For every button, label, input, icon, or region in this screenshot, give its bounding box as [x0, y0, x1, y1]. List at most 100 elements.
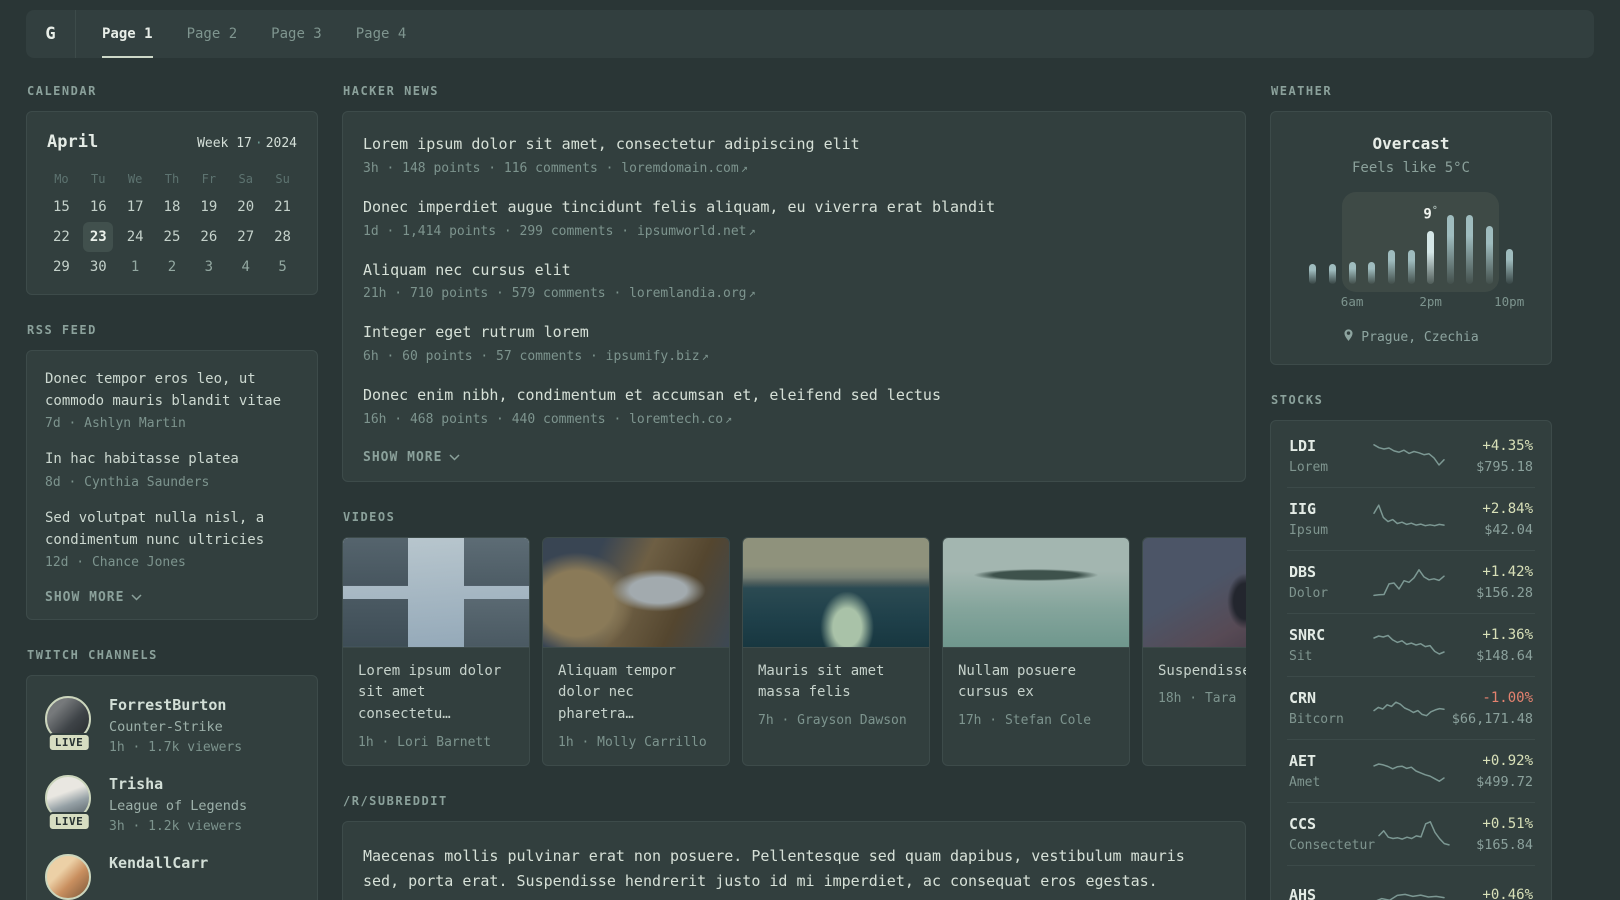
video-thumbnail[interactable]: [343, 537, 529, 648]
stock-symbol[interactable]: SNRC: [1289, 626, 1370, 644]
video-meta: 7h · Grayson Dawson: [758, 713, 907, 729]
tab-page-1[interactable]: Page 1: [102, 10, 153, 58]
calendar-day[interactable]: 17: [120, 192, 150, 222]
video-thumbnail[interactable]: [1143, 537, 1246, 648]
video-title[interactable]: Suspendisse diam: [1158, 661, 1246, 683]
calendar-day[interactable]: 22: [46, 222, 76, 252]
hn-story-domain-link[interactable]: loremtech.co: [629, 412, 723, 427]
video-title[interactable]: Aliquam tempor dolor nec pharetra…: [558, 661, 714, 726]
rss-item-title[interactable]: Sed volutpat nulla nisl, a condimentum n…: [45, 508, 299, 551]
stock-row[interactable]: AET Amet +0.92% $499.72: [1287, 739, 1535, 802]
rss-show-more-button[interactable]: SHOW MORE: [45, 590, 142, 605]
calendar-day-selected[interactable]: 23: [83, 222, 114, 252]
tab-page-2[interactable]: Page 2: [187, 10, 238, 58]
stock-name: Ipsum: [1289, 523, 1329, 538]
stock-row[interactable]: CRN Bitcorn -1.00% $66,171.48: [1287, 676, 1535, 739]
twitch-channel-row[interactable]: LIVE ForrestBurton Counter-Strike 1h · 1…: [45, 696, 299, 755]
stock-row[interactable]: LDI Lorem +4.35% $795.18: [1287, 425, 1535, 487]
hn-story-title[interactable]: Aliquam nec cursus elit: [363, 260, 1225, 282]
video-card[interactable]: Aliquam tempor dolor nec pharetra… 1h · …: [542, 536, 730, 766]
stock-row[interactable]: SNRC Sit +1.36% $148.64: [1287, 613, 1535, 676]
stock-change: -1.00%: [1482, 689, 1533, 706]
video-thumbnail[interactable]: [743, 537, 929, 648]
stock-row[interactable]: IIG Ipsum +2.84% $42.04: [1287, 487, 1535, 550]
weather-time-labels: 6am 2pm 10pm: [1303, 294, 1524, 310]
twitch-channel-name[interactable]: Trisha: [109, 775, 247, 793]
stock-symbol[interactable]: LDI: [1289, 437, 1370, 455]
reddit-post-title[interactable]: Maecenas mollis pulvinar erat non posuer…: [363, 844, 1225, 894]
calendar-day[interactable]: 21: [268, 192, 298, 222]
weather-location[interactable]: Prague, Czechia: [1285, 328, 1537, 346]
stock-symbol[interactable]: AHS: [1289, 886, 1370, 900]
tab-page-4[interactable]: Page 4: [356, 10, 407, 58]
stock-symbol[interactable]: CCS: [1289, 815, 1375, 833]
twitch-channel-row[interactable]: LIVE Trisha League of Legends 3h · 1.2k …: [45, 775, 299, 834]
video-title[interactable]: Nullam posuere cursus ex: [958, 661, 1114, 704]
video-card[interactable]: Suspendisse diam 18h · Tara: [1142, 536, 1246, 766]
stock-symbol[interactable]: IIG: [1289, 500, 1370, 518]
stock-symbol[interactable]: DBS: [1289, 563, 1370, 581]
calendar-day[interactable]: 25: [157, 222, 187, 252]
weekday-label: Fr: [201, 172, 217, 186]
hn-story-title[interactable]: Donec imperdiet augue tincidunt felis al…: [363, 197, 1225, 219]
stock-symbol[interactable]: CRN: [1289, 689, 1370, 707]
external-link-icon: ↗: [740, 160, 748, 175]
video-title[interactable]: Lorem ipsum dolor sit amet consectetu…: [358, 661, 514, 726]
hn-story-title[interactable]: Donec enim nibh, condimentum et accumsan…: [363, 385, 1225, 407]
calendar-day[interactable]: 16: [83, 192, 113, 222]
calendar-day[interactable]: 20: [231, 192, 261, 222]
avatar: [45, 854, 91, 900]
calendar-day[interactable]: 15: [46, 192, 76, 222]
stock-row[interactable]: DBS Dolor +1.42% $156.28: [1287, 550, 1535, 613]
calendar-days-grid: 15 16 17 18 19 20 21 22 23 24 25 26 27 2…: [43, 192, 301, 282]
subreddit-section-title: /R/SUBREDDIT: [343, 793, 448, 808]
video-card[interactable]: Nullam posuere cursus ex 17h · Stefan Co…: [942, 536, 1130, 766]
hn-story-title[interactable]: Lorem ipsum dolor sit amet, consectetur …: [363, 134, 1225, 156]
hn-story-meta: 3h · 148 points · 116 comments · loremdo…: [363, 161, 1225, 176]
twitch-channel-row[interactable]: KendallCarr: [45, 854, 299, 900]
dashboard-grid: CALENDAR April Week 17 · 2024 Mo Tu We Th …: [0, 58, 1620, 900]
twitch-avatar-wrap: LIVE: [45, 696, 93, 753]
video-thumbnail[interactable]: [943, 537, 1129, 648]
stock-change: +1.36%: [1482, 626, 1533, 643]
twitch-channel-name[interactable]: KendallCarr: [109, 854, 208, 872]
video-thumbnail[interactable]: [543, 537, 729, 648]
hn-story-domain-link[interactable]: ipsumify.biz: [606, 349, 700, 364]
stock-symbol[interactable]: AET: [1289, 752, 1370, 770]
hackernews-section-title: HACKER NEWS: [343, 84, 439, 98]
calendar-day-next-month[interactable]: 5: [268, 252, 298, 282]
stock-row[interactable]: AHS +0.46%: [1287, 865, 1535, 900]
calendar-day-next-month[interactable]: 2: [157, 252, 187, 282]
calendar-day[interactable]: 28: [268, 222, 298, 252]
rss-item-title[interactable]: Donec tempor eros leo, ut commodo mauris…: [45, 369, 299, 412]
stock-row[interactable]: CCS Consectetur +0.51% $165.84: [1287, 802, 1535, 865]
hn-story-domain-link[interactable]: loremdomain.com: [621, 161, 738, 176]
tab-page-3[interactable]: Page 3: [271, 10, 322, 58]
hn-story-domain-link[interactable]: ipsumworld.net: [637, 224, 747, 239]
video-meta: 1h · Molly Carrillo: [558, 734, 707, 750]
calendar-day[interactable]: 30: [83, 252, 113, 282]
calendar-day[interactable]: 27: [231, 222, 261, 252]
hn-story-title[interactable]: Integer eget rutrum lorem: [363, 322, 1225, 344]
stock-sparkline: [1370, 625, 1448, 665]
hn-show-more-button[interactable]: SHOW MORE: [363, 450, 460, 465]
calendar-day[interactable]: 29: [46, 252, 76, 282]
calendar-day[interactable]: 24: [120, 222, 150, 252]
video-card[interactable]: Mauris sit amet massa felis 7h · Grayson…: [742, 536, 930, 766]
rss-item-title[interactable]: In hac habitasse platea: [45, 449, 299, 471]
video-title[interactable]: Mauris sit amet massa felis: [758, 661, 914, 704]
calendar-day-next-month[interactable]: 4: [231, 252, 261, 282]
calendar-day-next-month[interactable]: 1: [120, 252, 150, 282]
calendar-day[interactable]: 26: [194, 222, 224, 252]
calendar-day[interactable]: 18: [157, 192, 187, 222]
app-logo[interactable]: G: [26, 10, 76, 58]
calendar-month: April: [47, 132, 99, 152]
external-link-icon: ↗: [748, 223, 756, 238]
video-card[interactable]: Lorem ipsum dolor sit amet consectetu… 1…: [342, 536, 530, 766]
calendar-day[interactable]: 19: [194, 192, 224, 222]
twitch-channel-name[interactable]: ForrestBurton: [109, 696, 242, 714]
hn-story-domain-link[interactable]: loremlandia.org: [629, 286, 746, 301]
video-meta: 18h · Tara: [1158, 691, 1237, 707]
calendar-day-next-month[interactable]: 3: [194, 252, 224, 282]
video-meta: 1h · Lori Barnett: [358, 734, 492, 750]
